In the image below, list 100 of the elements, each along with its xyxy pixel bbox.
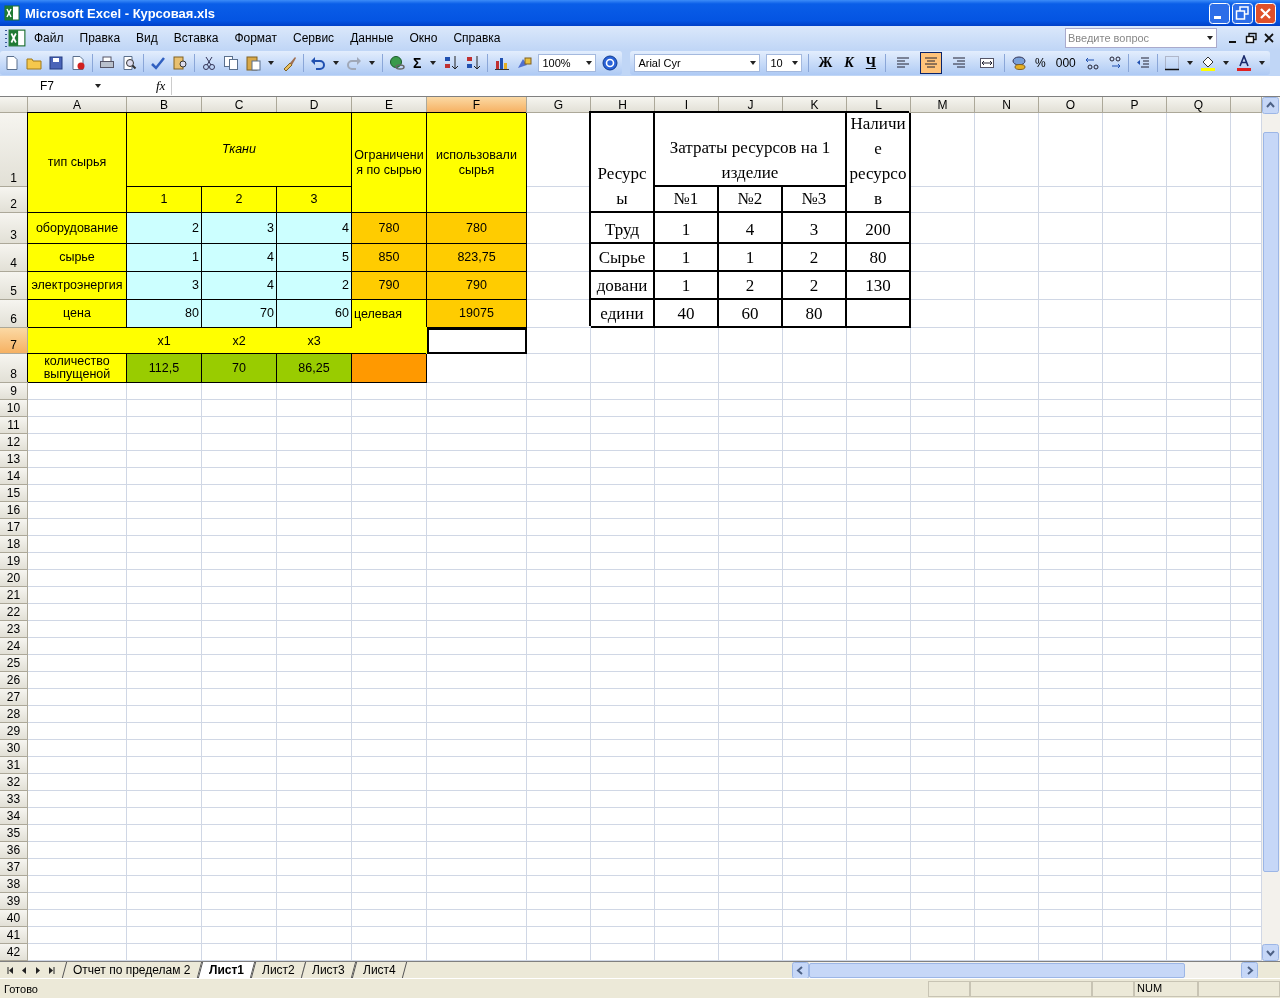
- workbook-restore-icon[interactable]: [1244, 31, 1258, 45]
- row-header[interactable]: 32: [0, 774, 28, 791]
- caret-icon[interactable]: [429, 58, 438, 67]
- insert-function-button[interactable]: fx: [156, 78, 166, 94]
- close-icon[interactable]: [1255, 2, 1276, 24]
- sort-ascending-icon[interactable]: [443, 54, 460, 71]
- column-header[interactable]: B: [127, 97, 202, 113]
- help-search-input[interactable]: Введите вопрос: [1068, 30, 1196, 46]
- column-header[interactable]: D: [277, 97, 352, 113]
- caret-icon[interactable]: [749, 58, 758, 67]
- row-header[interactable]: 8: [0, 354, 28, 383]
- row-header[interactable]: 31: [0, 757, 28, 774]
- caret-icon[interactable]: [791, 58, 800, 67]
- document-stop-icon[interactable]: [70, 54, 86, 71]
- help-icon[interactable]: [602, 54, 619, 71]
- row-header[interactable]: 6: [0, 300, 28, 328]
- row-header[interactable]: 38: [0, 876, 28, 893]
- scroll-right-icon[interactable]: [1241, 961, 1258, 979]
- caret-icon[interactable]: [267, 58, 275, 67]
- caret-icon[interactable]: [94, 82, 102, 90]
- row-header[interactable]: 24: [0, 638, 28, 655]
- row-header[interactable]: 29: [0, 723, 28, 740]
- sheet-last-icon[interactable]: [48, 965, 56, 975]
- row-header[interactable]: 34: [0, 808, 28, 825]
- column-header[interactable]: E: [352, 97, 427, 113]
- caret-icon[interactable]: [585, 58, 594, 67]
- row-header[interactable]: 26: [0, 672, 28, 689]
- menu-item[interactable]: Данные: [342, 31, 402, 45]
- row-header[interactable]: 17: [0, 519, 28, 536]
- minimize-icon[interactable]: [1209, 2, 1230, 24]
- sum-button[interactable]: Σ: [411, 54, 424, 71]
- menu-item[interactable]: Сервис: [285, 31, 343, 45]
- restore-icon[interactable]: [1232, 2, 1253, 24]
- column-header[interactable]: F: [427, 97, 527, 113]
- row-header[interactable]: 12: [0, 434, 28, 451]
- row-header[interactable]: 33: [0, 791, 28, 808]
- caret-icon[interactable]: [1257, 58, 1266, 67]
- caret-icon[interactable]: [368, 58, 376, 67]
- brush-icon[interactable]: [281, 54, 297, 71]
- new-document-icon[interactable]: [4, 54, 20, 71]
- menu-item[interactable]: Вид: [128, 31, 166, 45]
- print-preview-icon[interactable]: [121, 54, 137, 71]
- decrease-indent-icon[interactable]: [1134, 54, 1151, 71]
- font-dropdown[interactable]: Arial Cyr: [634, 53, 761, 72]
- bold-button[interactable]: Ж: [815, 54, 836, 71]
- row-header[interactable]: 20: [0, 570, 28, 587]
- menu-item[interactable]: Справка: [445, 31, 509, 45]
- printer-icon[interactable]: [99, 54, 115, 71]
- row-header[interactable]: 2: [0, 187, 28, 213]
- row-header[interactable]: 9: [0, 383, 28, 400]
- underline-button[interactable]: Ч: [862, 54, 880, 71]
- menu-item[interactable]: Вставка: [165, 31, 227, 45]
- row-header[interactable]: 4: [0, 244, 28, 272]
- column-header[interactable]: O: [1039, 97, 1103, 113]
- row-header[interactable]: 11: [0, 417, 28, 434]
- active-cell[interactable]: [427, 328, 527, 354]
- zoom-dropdown[interactable]: 100%: [538, 53, 597, 72]
- scissors-icon[interactable]: [201, 54, 217, 71]
- row-header[interactable]: 10: [0, 400, 28, 417]
- sheet-previous-icon[interactable]: [20, 965, 28, 975]
- italic-button[interactable]: К: [841, 54, 857, 71]
- align-center-button[interactable]: [920, 51, 943, 74]
- row-header[interactable]: 1: [0, 113, 28, 187]
- sheet-next-icon[interactable]: [34, 965, 42, 975]
- row-header[interactable]: 30: [0, 740, 28, 757]
- sheet-tab[interactable]: Лист4: [351, 962, 407, 978]
- row-header[interactable]: 7: [0, 328, 28, 354]
- caret-icon[interactable]: [1206, 34, 1214, 42]
- help-search-field[interactable]: Введите вопрос: [1066, 29, 1216, 47]
- row-header[interactable]: 14: [0, 468, 28, 485]
- percent-button[interactable]: %: [1033, 55, 1048, 70]
- scroll-left-icon[interactable]: [792, 961, 809, 979]
- paint-bucket-icon[interactable]: [1199, 54, 1216, 71]
- column-header[interactable]: Q: [1167, 97, 1231, 113]
- row-header[interactable]: 13: [0, 451, 28, 468]
- scroll-thumb[interactable]: [1263, 132, 1279, 872]
- menu-item[interactable]: Окно: [401, 31, 446, 45]
- column-header[interactable]: P: [1103, 97, 1167, 113]
- caret-icon[interactable]: [1221, 58, 1230, 67]
- scroll-down-icon[interactable]: [1262, 944, 1279, 961]
- row-header[interactable]: 28: [0, 706, 28, 723]
- row-header[interactable]: 21: [0, 587, 28, 604]
- row-header[interactable]: 15: [0, 485, 28, 502]
- row-header[interactable]: 18: [0, 536, 28, 553]
- column-header[interactable]: C: [202, 97, 277, 113]
- font-size-dropdown[interactable]: 10: [766, 53, 803, 72]
- menu-item[interactable]: Файл: [26, 31, 72, 45]
- clipboard-icon[interactable]: [245, 54, 261, 71]
- sheet-first-icon[interactable]: [6, 965, 14, 975]
- scroll-thumb[interactable]: [809, 962, 1185, 978]
- row-header[interactable]: 22: [0, 604, 28, 621]
- row-header[interactable]: 35: [0, 825, 28, 842]
- sheet-tab[interactable]: Отчет по пределам 2: [61, 962, 202, 978]
- row-header[interactable]: 40: [0, 910, 28, 927]
- caret-icon[interactable]: [1185, 58, 1194, 67]
- shapes-icon[interactable]: [516, 54, 533, 71]
- row-header[interactable]: 36: [0, 842, 28, 859]
- column-header[interactable]: M: [911, 97, 975, 113]
- row-header[interactable]: 23: [0, 621, 28, 638]
- row-header[interactable]: 37: [0, 859, 28, 876]
